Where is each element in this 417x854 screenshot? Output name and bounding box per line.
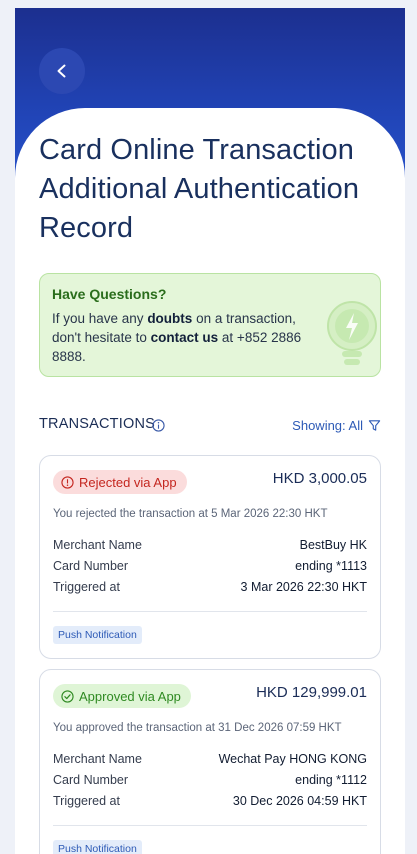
contact-us-link[interactable]: contact us	[151, 330, 219, 345]
merchant-label: Merchant Name	[53, 752, 142, 766]
transaction-card[interactable]: Approved via App HKD 129,999.01 You appr…	[39, 669, 381, 854]
divider	[53, 611, 367, 612]
card-number-row: Card Number ending *1113	[53, 559, 367, 579]
transaction-amount: HKD 129,999.01	[256, 684, 367, 701]
divider	[53, 825, 367, 826]
triggered-label: Triggered at	[53, 580, 120, 594]
merchant-value: Wechat Pay HONG KONG	[218, 752, 367, 766]
triggered-value: 3 Mar 2026 22:30 HKT	[240, 580, 367, 594]
help-text-part: If you have any	[52, 311, 148, 326]
transactions-header: TRANSACTIONS Showing: All	[39, 416, 381, 438]
filter-label: Showing: All	[292, 418, 363, 433]
merchant-row: Merchant Name BestBuy HK	[53, 538, 367, 558]
card-number-row: Card Number ending *1112	[53, 773, 367, 793]
chevron-left-icon	[57, 64, 66, 78]
help-title: Have Questions?	[52, 286, 167, 302]
merchant-label: Merchant Name	[53, 538, 142, 552]
transaction-amount: HKD 3,000.05	[272, 470, 367, 487]
filter-button[interactable]: Showing: All	[292, 418, 381, 433]
triggered-row: Triggered at 3 Mar 2026 22:30 HKT	[53, 580, 367, 600]
card-number-value: ending *1113	[295, 559, 367, 573]
status-label: Approved via App	[79, 688, 181, 704]
card-number-label: Card Number	[53, 773, 129, 787]
merchant-value: BestBuy HK	[299, 538, 367, 552]
status-badge: Rejected via App	[53, 470, 187, 494]
transactions-heading: TRANSACTIONS	[39, 416, 155, 432]
card-number-label: Card Number	[53, 559, 129, 573]
check-circle-icon	[61, 689, 74, 703]
alert-circle-icon	[61, 475, 74, 489]
triggered-label: Triggered at	[53, 794, 120, 808]
info-icon[interactable]	[152, 419, 165, 432]
triggered-row: Triggered at 30 Dec 2026 04:59 HKT	[53, 794, 367, 814]
transaction-card[interactable]: Rejected via App HKD 3,000.05 You reject…	[39, 455, 381, 659]
help-text: If you have any doubts on a transaction,…	[52, 309, 320, 366]
status-label: Rejected via App	[79, 474, 177, 490]
app-frame: Card Online Transaction Additional Authe…	[15, 8, 405, 854]
help-card: Have Questions? If you have any doubts o…	[39, 273, 381, 377]
status-badge: Approved via App	[53, 684, 191, 708]
page-title: Card Online Transaction Additional Authe…	[39, 134, 360, 244]
channel-tag: Push Notification	[53, 626, 142, 644]
card-number-value: ending *1112	[295, 773, 367, 787]
transaction-description: You rejected the transaction at 5 Mar 20…	[53, 508, 328, 520]
channel-tag: Push Notification	[53, 840, 142, 854]
filter-icon	[368, 420, 381, 431]
lightbulb-icon	[327, 301, 377, 365]
triggered-value: 30 Dec 2026 04:59 HKT	[232, 794, 367, 808]
help-text-bold: doubts	[147, 311, 193, 326]
back-button[interactable]	[39, 48, 85, 94]
merchant-row: Merchant Name Wechat Pay HONG KONG	[53, 752, 367, 772]
transaction-description: You approved the transaction at 31 Dec 2…	[53, 722, 342, 734]
